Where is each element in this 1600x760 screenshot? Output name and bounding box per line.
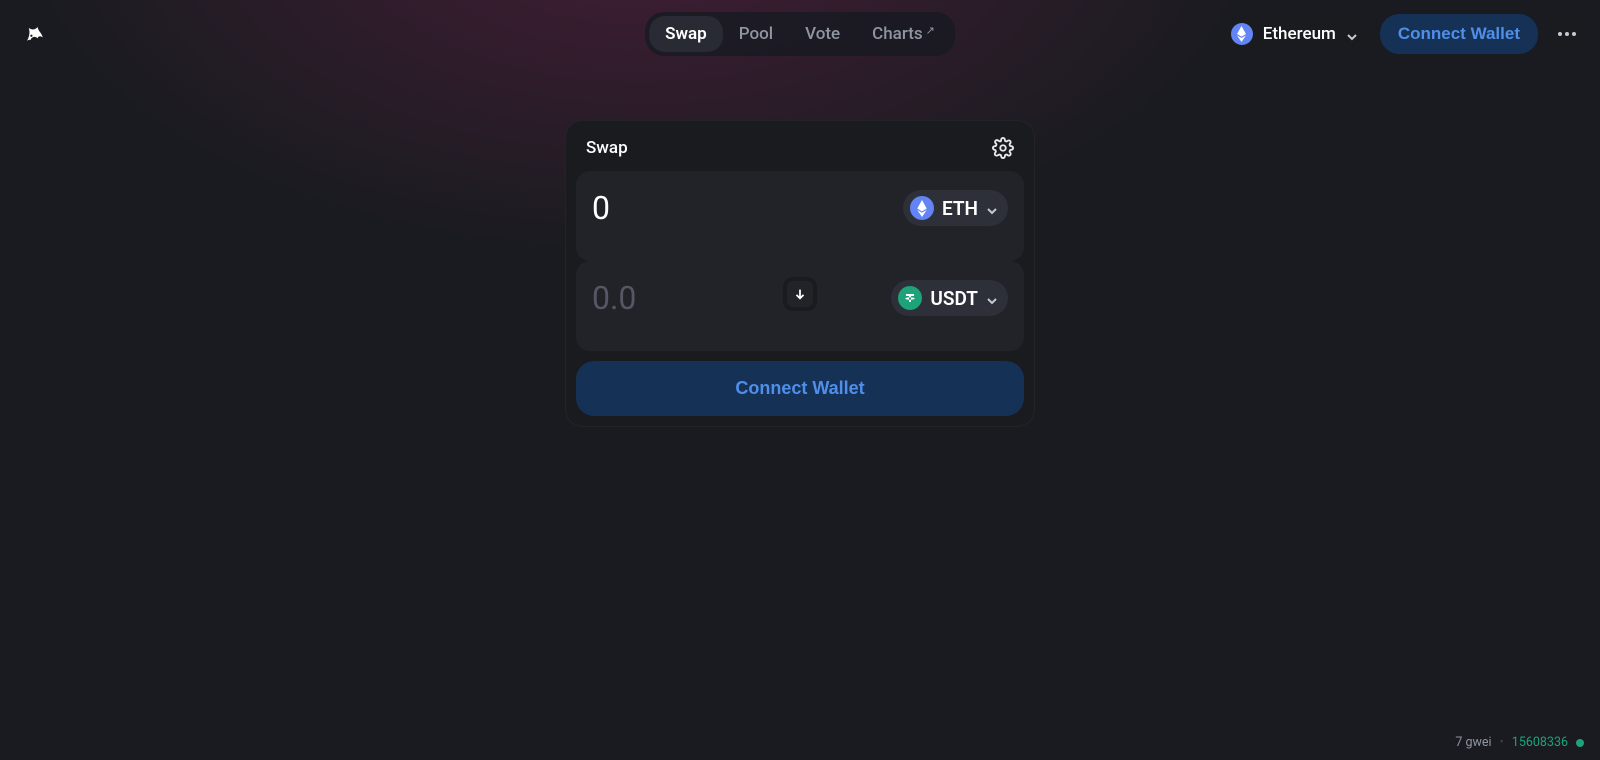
ethereum-icon (1231, 23, 1253, 45)
swap-card: Swap ETH USDT Connect Wa (565, 120, 1035, 427)
gas-price[interactable]: 7 gwei (1455, 735, 1491, 750)
swap-from-token-selector[interactable]: ETH (903, 190, 1008, 226)
header-right: Ethereum Connect Wallet (1223, 14, 1586, 54)
separator: • (1500, 735, 1504, 750)
swap-to-token-selector[interactable]: USDT (891, 280, 1008, 316)
status-footer: 7 gwei • 15608336 (1455, 735, 1584, 750)
more-menu-button[interactable] (1548, 15, 1586, 53)
swap-to-token-label: USDT (930, 287, 978, 310)
block-number[interactable]: 15608336 (1512, 735, 1568, 750)
uniswap-logo-icon[interactable] (20, 20, 48, 48)
network-selector[interactable]: Ethereum (1223, 16, 1370, 52)
external-link-icon: ↗ (926, 24, 935, 37)
nav-vote[interactable]: Vote (789, 16, 856, 52)
settings-button[interactable] (992, 137, 1014, 159)
status-dot-icon (1576, 739, 1584, 747)
chevron-down-icon (986, 292, 998, 304)
app-header: Swap Pool Vote Charts↗ Ethereum Connect … (0, 0, 1600, 68)
eth-token-icon (910, 196, 934, 220)
swap-card-title: Swap (586, 138, 628, 158)
network-name: Ethereum (1263, 24, 1336, 44)
swap-from-field: ETH (576, 171, 1024, 261)
swap-from-amount-input[interactable] (592, 189, 842, 227)
swap-connect-wallet-button[interactable]: Connect Wallet (576, 361, 1024, 416)
nav-swap[interactable]: Swap (649, 16, 723, 52)
swap-direction-button[interactable] (783, 277, 817, 311)
nav-charts-label: Charts (872, 24, 923, 44)
nav-pool[interactable]: Pool (723, 16, 789, 52)
usdt-token-icon (898, 286, 922, 310)
nav-pool-label: Pool (739, 24, 773, 44)
nav-charts[interactable]: Charts↗ (856, 16, 951, 52)
connect-wallet-button[interactable]: Connect Wallet (1380, 14, 1538, 54)
nav-vote-label: Vote (805, 24, 840, 44)
swap-card-header: Swap (576, 133, 1024, 171)
main-nav: Swap Pool Vote Charts↗ (645, 12, 955, 56)
header-left (14, 20, 48, 48)
dots-horizontal-icon (1558, 32, 1576, 36)
chevron-down-icon (986, 202, 998, 214)
swap-from-token-label: ETH (942, 197, 978, 220)
nav-swap-label: Swap (665, 24, 707, 44)
chevron-down-icon (1346, 28, 1358, 40)
